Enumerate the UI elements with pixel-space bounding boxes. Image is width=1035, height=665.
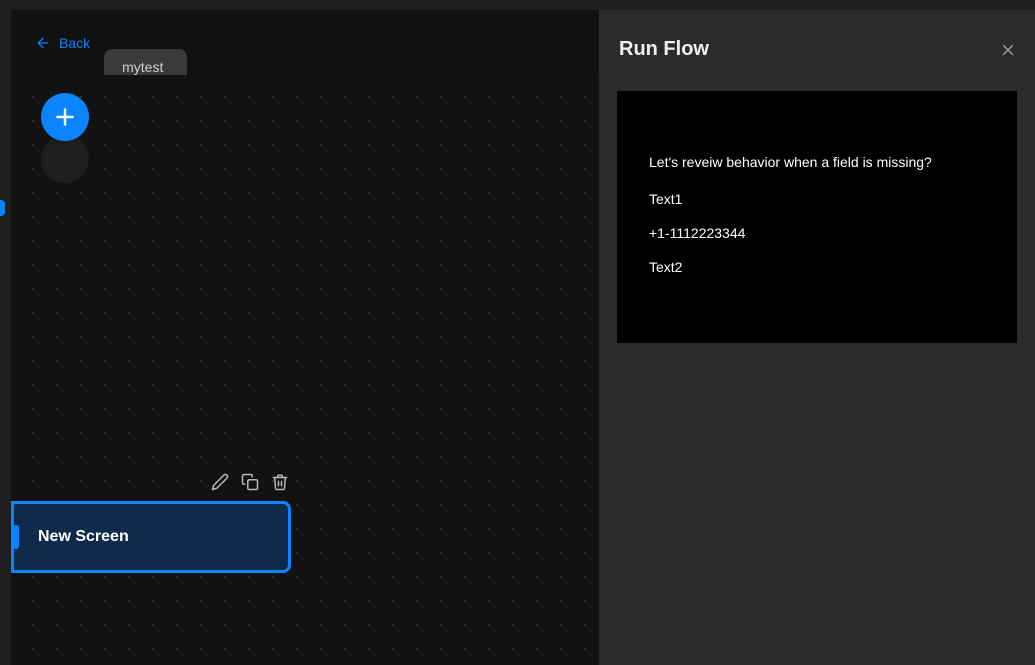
back-button[interactable]: Back — [35, 35, 90, 51]
flow-canvas[interactable]: New Screen — [11, 75, 599, 665]
node-handle[interactable] — [13, 525, 19, 549]
panel-title: Run Flow — [619, 38, 709, 61]
add-node-button[interactable] — [41, 93, 89, 141]
trash-icon — [271, 473, 289, 491]
tab-label: mytest — [122, 59, 163, 75]
pencil-icon — [211, 473, 229, 491]
preview-line: Text2 — [649, 259, 985, 275]
close-button[interactable] — [999, 41, 1017, 59]
preview-heading: Let's reveiw behavior when a field is mi… — [649, 153, 985, 173]
run-flow-panel: Run Flow Let's reveiw behavior when a fi… — [599, 10, 1035, 665]
left-rail — [0, 10, 11, 665]
edit-button[interactable] — [211, 473, 229, 491]
copy-icon — [241, 473, 259, 491]
fab-ghost — [41, 135, 89, 183]
arrow-left-icon — [35, 35, 51, 51]
close-icon — [999, 41, 1017, 59]
node-label: New Screen — [38, 528, 129, 546]
preview-line: Text1 — [649, 191, 985, 207]
preview-line: +1-1112223344 — [649, 225, 985, 241]
node-new-screen[interactable]: New Screen — [11, 501, 291, 573]
left-rail-active-indicator — [0, 200, 5, 216]
duplicate-button[interactable] — [241, 473, 259, 491]
back-button-label: Back — [59, 35, 90, 51]
top-bar — [0, 0, 1035, 10]
editor-header: Back mytest — [11, 10, 599, 75]
delete-button[interactable] — [271, 473, 289, 491]
plus-icon — [52, 104, 78, 130]
node-toolbar — [211, 473, 289, 491]
flow-preview: Let's reveiw behavior when a field is mi… — [617, 91, 1017, 343]
